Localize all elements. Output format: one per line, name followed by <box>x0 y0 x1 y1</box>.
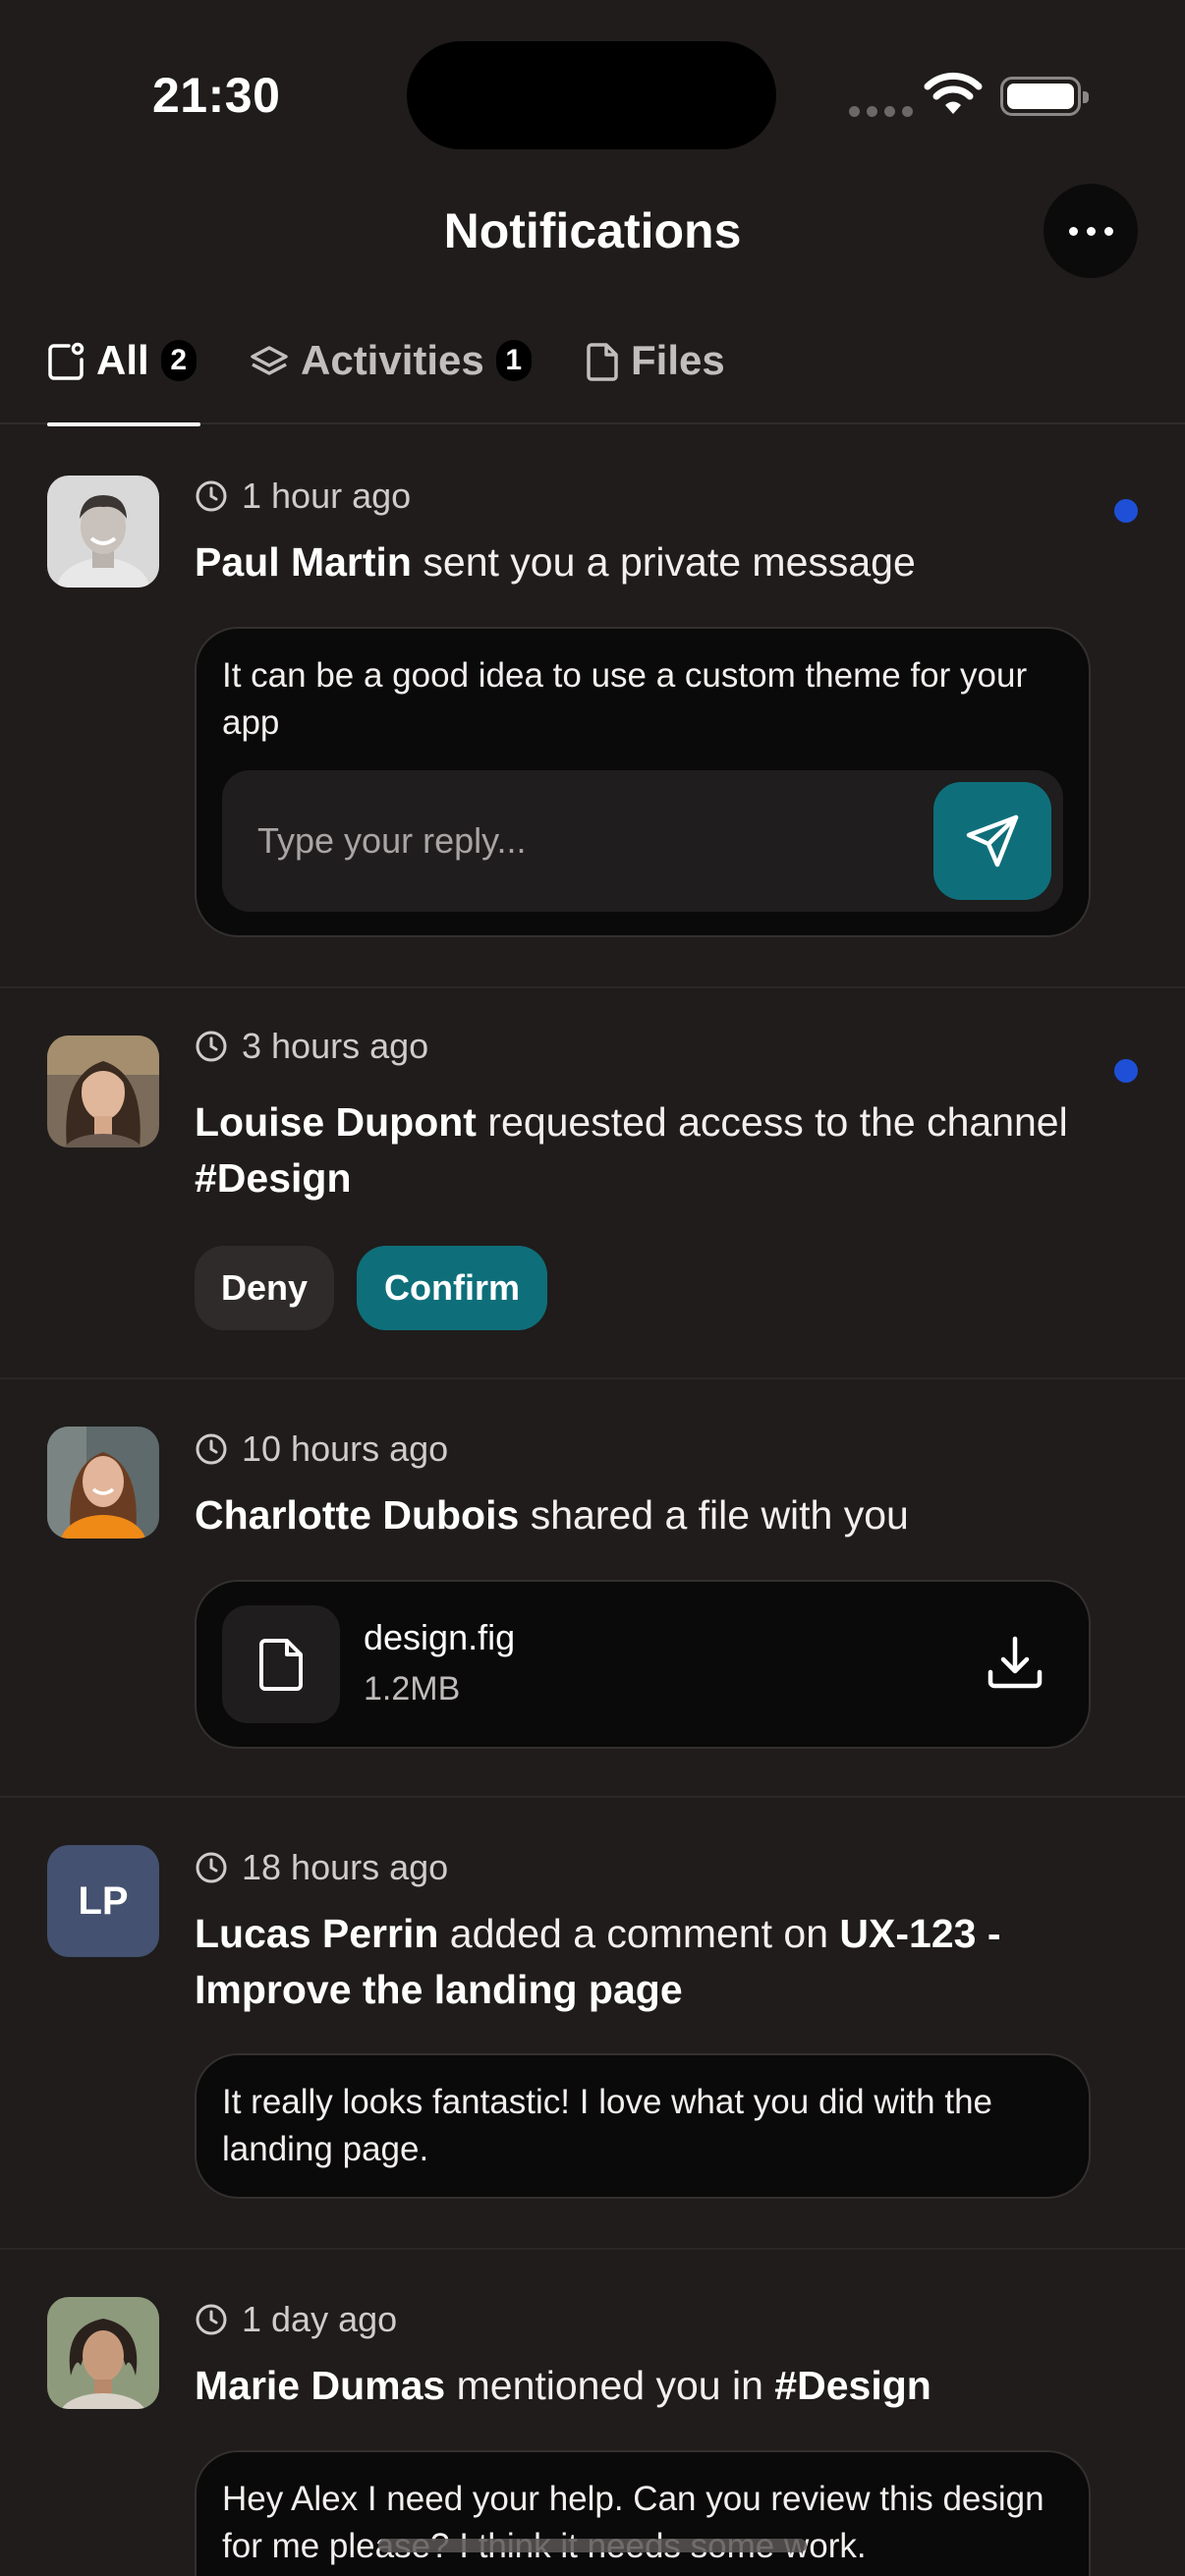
reply-input[interactable] <box>222 770 916 912</box>
message-card: Hey Alex I need your help. Can you revie… <box>195 2450 1091 2576</box>
clock-icon <box>196 480 227 512</box>
file-icon <box>259 1639 303 1691</box>
sender-name[interactable]: Charlotte Dubois <box>195 1492 519 1538</box>
channel-link[interactable]: #Design <box>774 2363 931 2408</box>
file-icon <box>587 343 618 381</box>
notification-item[interactable]: 3 hours ago Louise Dupont requested acce… <box>0 988 1185 1379</box>
inbox-icon <box>48 342 85 380</box>
comment-card: It really looks fantastic! I love what y… <box>195 2053 1091 2199</box>
send-icon <box>966 814 1019 868</box>
timestamp: 18 hours ago <box>195 1847 448 1888</box>
notification-text: Charlotte Dubois shared a file with you <box>195 1492 909 1538</box>
file-attachment[interactable]: design.fig 1.2MB <box>195 1580 1091 1749</box>
timestamp: 3 hours ago <box>195 1026 428 1067</box>
message-text: Hey Alex I need your help. Can you revie… <box>222 2480 1044 2565</box>
notification-item[interactable]: LP 18 hours ago Lucas Perrin added a com… <box>0 1798 1185 2250</box>
status-time: 21:30 <box>152 68 281 123</box>
channel-link[interactable]: #Design <box>195 1155 352 1201</box>
reply-box <box>222 770 1063 912</box>
send-button[interactable] <box>933 782 1051 900</box>
cellular-signal-icon <box>849 106 913 117</box>
sender-name[interactable]: Louise Dupont <box>195 1099 477 1145</box>
wifi-icon <box>924 72 983 114</box>
file-size: 1.2MB <box>364 1670 461 1708</box>
timestamp: 1 hour ago <box>195 476 411 517</box>
avatar <box>47 2297 159 2409</box>
avatar <box>47 476 159 588</box>
clock-icon <box>196 1433 227 1465</box>
tab-count-badge: 1 <box>495 340 532 381</box>
confirm-button[interactable]: Confirm <box>357 1246 547 1330</box>
notification-text: Marie Dumas mentioned you in #Design <box>195 2363 931 2408</box>
clock-icon <box>196 2304 227 2335</box>
page-title: Notifications <box>443 203 742 258</box>
sender-name[interactable]: Paul Martin <box>195 539 412 585</box>
notification-item[interactable]: 10 hours ago Charlotte Dubois shared a f… <box>0 1379 1185 1798</box>
battery-icon <box>1000 77 1089 116</box>
avatar <box>47 1036 159 1148</box>
tab-files[interactable]: Files <box>586 336 725 424</box>
layers-icon <box>251 346 288 375</box>
download-icon[interactable] <box>985 1633 1045 1694</box>
home-indicator <box>378 2539 807 2552</box>
file-icon-box <box>222 1605 340 1723</box>
status-bar: 21:30 <box>0 0 1185 196</box>
notification-text: Paul Martin sent you a private message <box>195 539 916 585</box>
message-card: It can be a good idea to use a custom th… <box>195 627 1091 937</box>
sender-name[interactable]: Lucas Perrin <box>195 1911 438 1956</box>
unread-indicator <box>1114 1059 1138 1083</box>
tab-all[interactable]: All 2 <box>47 336 200 426</box>
notification-item[interactable]: 1 day ago Marie Dumas mentioned you in #… <box>0 2250 1185 2576</box>
file-name: design.fig <box>364 1617 516 1657</box>
sender-name[interactable]: Marie Dumas <box>195 2363 445 2408</box>
unread-indicator <box>1114 499 1138 523</box>
comment-text: It really looks fantastic! I love what y… <box>222 2083 992 2168</box>
clock-icon <box>196 1852 227 1883</box>
timestamp: 10 hours ago <box>195 1428 448 1470</box>
tab-count-badge: 2 <box>160 340 197 381</box>
notification-text: Lucas Perrin added a comment on UX-123 -… <box>195 1911 1001 2012</box>
timestamp: 1 day ago <box>195 2299 397 2340</box>
avatar <box>47 1427 159 1539</box>
deny-button[interactable]: Deny <box>195 1246 334 1330</box>
more-options-button[interactable] <box>1044 184 1138 278</box>
notification-item[interactable]: 1 hour ago Paul Martin sent you a privat… <box>0 426 1185 988</box>
avatar: LP <box>47 1845 159 1957</box>
tab-activities[interactable]: Activities 1 <box>250 336 532 424</box>
message-text: It can be a good idea to use a custom th… <box>222 656 1028 742</box>
notification-text: Louise Dupont requested access to the ch… <box>195 1099 1068 1201</box>
ellipsis-icon <box>1068 226 1078 236</box>
dynamic-island <box>407 41 776 149</box>
tab-bar: All 2 Activities 1 Files <box>0 314 1185 426</box>
clock-icon <box>196 1031 227 1062</box>
